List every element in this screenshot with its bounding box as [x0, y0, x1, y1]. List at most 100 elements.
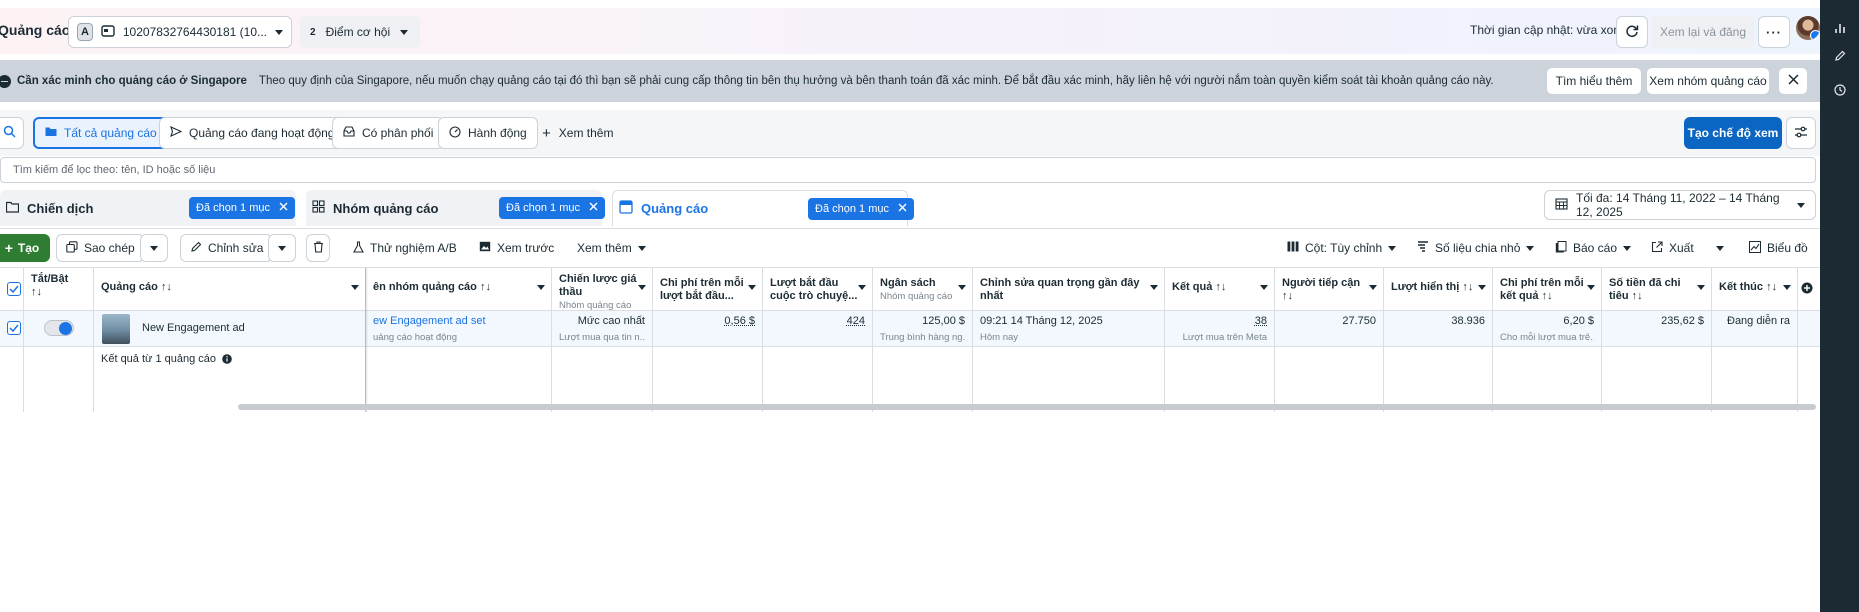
adset-link[interactable]: ew Engagement ad set: [373, 315, 544, 328]
duplicate-button[interactable]: Sao chép: [56, 234, 145, 262]
opportunity-score-button[interactable]: 2 Điểm cơ hội: [300, 16, 420, 48]
header-budget[interactable]: Ngân sách Nhóm quảng cáo: [873, 268, 973, 311]
chevron-down-icon: [351, 285, 359, 290]
search-input[interactable]: Tìm kiếm để lọc theo: tên, ID hoặc số li…: [0, 157, 1816, 183]
reports-button[interactable]: Báo cáo: [1546, 234, 1641, 262]
export-button[interactable]: Xuất: [1642, 234, 1703, 262]
more-options-button[interactable]: ···: [1758, 16, 1790, 48]
pencil-icon[interactable]: [1832, 48, 1848, 64]
more-actions-button[interactable]: Xem thêm: [568, 234, 655, 262]
sort-icon: ↑↓: [1462, 281, 1474, 293]
account-selector[interactable]: A 10207832764430181 (10...: [68, 16, 292, 48]
filter-actions[interactable]: Hành động: [438, 117, 538, 149]
toggle-knob: [59, 322, 72, 335]
date-range-picker[interactable]: Tối đa: 14 Tháng 11, 2022 – 14 Tháng 12,…: [1544, 190, 1816, 220]
bar-chart-icon[interactable]: [1832, 20, 1848, 36]
view-settings-button[interactable]: [1786, 117, 1816, 149]
trash-icon: [313, 240, 324, 256]
tab-adsets[interactable]: Nhóm quảng cáo Đã chọn 1 mục: [306, 190, 605, 226]
add-column-button[interactable]: [1798, 268, 1820, 311]
tab-campaigns[interactable]: Chiến dịch Đã chọn 1 mục: [0, 190, 296, 226]
review-publish-button[interactable]: Xem lại và đăng: [1652, 16, 1754, 48]
banner-message: Theo quy định của Singapore, nếu muốn ch…: [258, 75, 1494, 87]
ab-test-label: Thử nghiệm A/B: [370, 241, 457, 255]
copy-icon: [66, 240, 78, 256]
ad-toggle-switch[interactable]: [44, 320, 74, 336]
header-amount-spent[interactable]: Số tiền đã chi tiêu ↑↓: [1602, 268, 1712, 311]
chevron-down-icon: [537, 285, 545, 290]
more-filters-button[interactable]: + Xem thêm: [542, 117, 613, 149]
delete-button[interactable]: [306, 234, 330, 262]
refresh-button[interactable]: [1616, 16, 1648, 48]
header-cost-per-start[interactable]: Chi phí trên mỗi lượt bắt đầu...: [653, 268, 763, 311]
header-reach[interactable]: Người tiếp cận ↑↓: [1275, 268, 1384, 311]
ad-icon: [619, 200, 633, 217]
export-dropdown[interactable]: [1708, 234, 1732, 262]
view-adset-button[interactable]: Xem nhóm quảng cáo: [1646, 67, 1770, 95]
learn-more-button[interactable]: Tìm hiểu thêm: [1546, 67, 1642, 95]
conv-start-value[interactable]: 424: [847, 315, 865, 327]
info-icon[interactable]: [222, 354, 232, 367]
row-ad-name-cell[interactable]: New Engagement ad: [94, 311, 366, 347]
close-icon[interactable]: [898, 203, 907, 215]
selected-badge[interactable]: Đã chọn 1 mục: [189, 197, 295, 219]
close-icon[interactable]: [279, 202, 288, 214]
create-button[interactable]: + Tạo: [0, 234, 50, 262]
header-adset-name[interactable]: ên nhóm quảng cáo ↑↓: [366, 268, 552, 311]
preview-button[interactable]: Xem trước: [470, 234, 564, 262]
tab-ads[interactable]: Quảng cáo Đã chọn 1 mục: [612, 190, 914, 226]
header-ends[interactable]: Kết thúc ↑↓: [1712, 268, 1798, 311]
ad-name[interactable]: New Engagement ad: [142, 322, 245, 335]
frozen-column-shadow: [365, 268, 368, 412]
header-last-edit[interactable]: Chỉnh sửa quan trọng gần đây nhất: [973, 268, 1165, 311]
close-banner-button[interactable]: [1778, 67, 1808, 95]
header-label: tiêu: [1609, 290, 1629, 302]
warning-icon: [0, 74, 11, 88]
duplicate-dropdown[interactable]: [140, 234, 168, 262]
header-conversations[interactable]: Lượt bắt đầu cuộc trò chuyệ...: [763, 268, 873, 311]
header-toggle[interactable]: Tắt/Bật ↑↓: [24, 268, 94, 311]
footer-cell: [0, 347, 24, 412]
row-cpr-cell: 6,20 $ Cho mỗi lượt mua trê...: [1493, 311, 1602, 347]
create-view-button[interactable]: Tạo chế độ xem: [1684, 117, 1782, 149]
filter-delivery[interactable]: Có phân phối: [332, 117, 445, 149]
breakdown-button[interactable]: Số liệu chia nhỏ: [1408, 234, 1544, 262]
header-bid-strategy[interactable]: Chiến lược giá thầu Nhóm quảng cáo: [552, 268, 653, 311]
header-ad-name[interactable]: Quảng cáo ↑↓: [94, 268, 366, 311]
close-icon[interactable]: [589, 202, 598, 214]
budget-value[interactable]: 125,00 $: [880, 315, 965, 328]
header-impressions[interactable]: Lượt hiển thị ↑↓: [1384, 268, 1493, 311]
chart-button[interactable]: Biểu đồ: [1740, 234, 1817, 262]
header-label: Chỉnh sửa quan trọng gần đây: [980, 277, 1140, 289]
adset-status: uảng cáo hoạt động: [373, 332, 457, 343]
profile-avatar[interactable]: [1796, 16, 1820, 40]
header-cost-per-result[interactable]: Chi phí trên mỗi kết quả ↑↓: [1493, 268, 1602, 311]
last-edit-sub: Hôm nay: [980, 332, 1019, 343]
clock-icon[interactable]: [1832, 82, 1848, 98]
chevron-down-icon: [858, 285, 866, 290]
filter-active-ads[interactable]: Quảng cáo đang hoạt động: [159, 117, 346, 149]
header-label: kết quả: [1500, 290, 1539, 302]
ab-test-button[interactable]: Thử nghiệm A/B: [344, 234, 466, 262]
plus-circle-icon: [1801, 282, 1813, 297]
ads-table: Tắt/Bật ↑↓ Quảng cáo ↑↓ ên nhóm quảng cáo…: [0, 268, 1820, 412]
edit-dropdown[interactable]: [268, 234, 296, 262]
banner-title: Cần xác minh cho quảng cáo ở Singapore: [17, 75, 247, 87]
header-label: ên nhóm quảng cáo: [373, 281, 477, 293]
selected-badge[interactable]: Đã chọn 1 mục: [808, 198, 914, 220]
results-value[interactable]: 38: [1255, 315, 1267, 327]
horizontal-scrollbar[interactable]: [238, 404, 1816, 410]
select-all-header: [0, 268, 24, 311]
bid-value: Mức cao nhất: [577, 315, 645, 327]
columns-button[interactable]: Cột: Tùy chỉnh: [1278, 234, 1406, 262]
cost-start-value[interactable]: 0,56 $: [724, 315, 755, 327]
header-results[interactable]: Kết quả ↑↓: [1165, 268, 1275, 311]
results-sub: Lượt mua trên Meta: [1182, 332, 1267, 343]
select-all-checkbox[interactable]: [7, 282, 21, 296]
sort-icon: ↑↓: [1541, 290, 1553, 302]
row-checkbox[interactable]: [7, 321, 21, 335]
selected-badge[interactable]: Đã chọn 1 mục: [499, 197, 605, 219]
filter-all-ads[interactable]: Tất cả quảng cáo: [33, 117, 169, 149]
edit-button[interactable]: Chỉnh sửa: [180, 234, 274, 262]
search-button[interactable]: [0, 117, 24, 149]
